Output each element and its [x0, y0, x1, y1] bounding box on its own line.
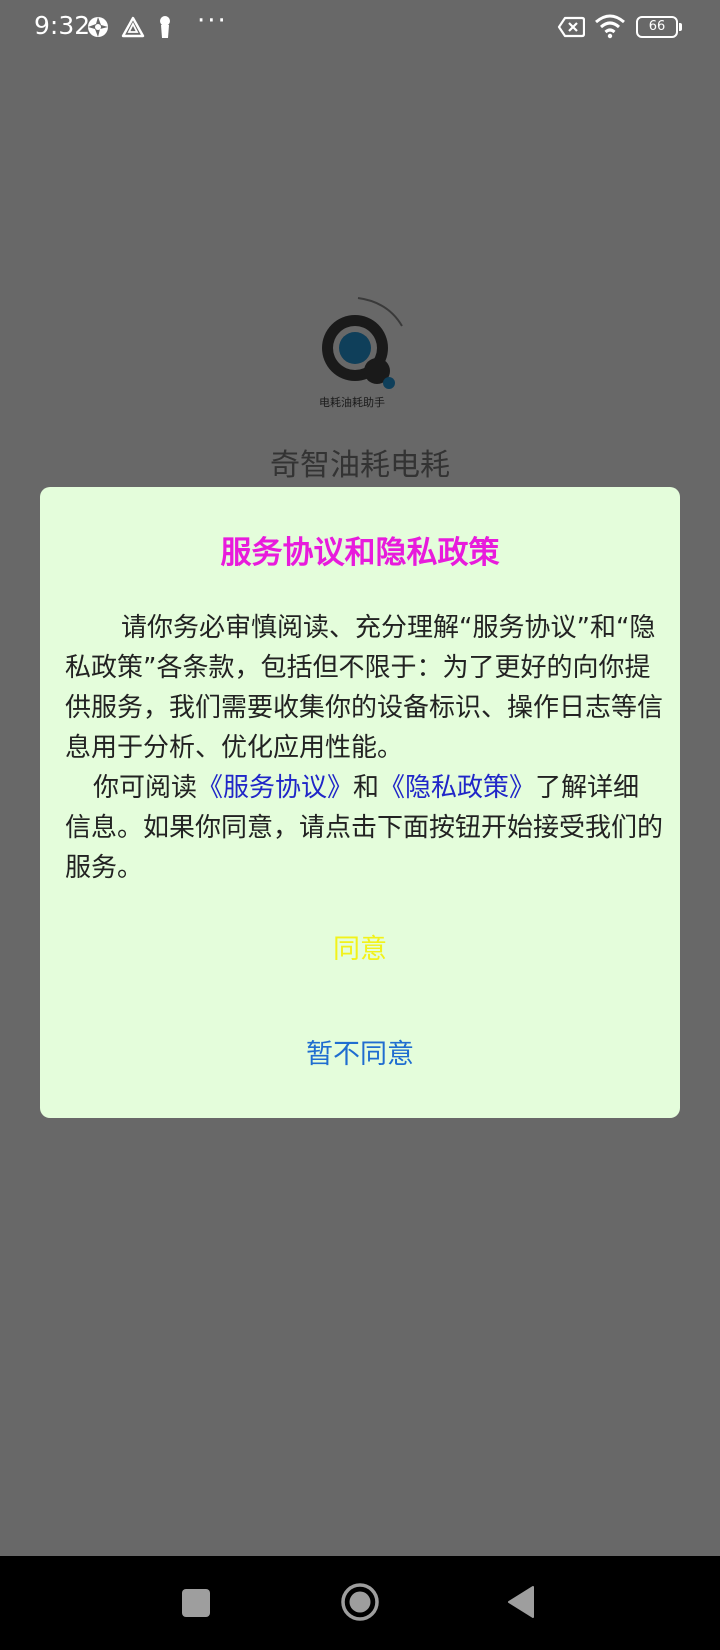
camera-shutter-icon [88, 17, 108, 37]
battery-icon: 66 [636, 16, 682, 38]
dialog-body: 请你务必审慎阅读、充分理解“服务协议”和“隐私政策”各条款，包括但不限于：为了更… [65, 608, 665, 888]
status-time: 9:32 [34, 11, 91, 40]
recents-square-icon[interactable] [182, 1589, 210, 1617]
status-bar: 9:32 ··· 66 [0, 0, 720, 54]
wifi-icon [595, 14, 625, 39]
privacy-policy-link[interactable]: 《隐私政策》 [379, 773, 535, 803]
app-name: 奇智油耗电耗 [270, 448, 450, 483]
dialog-title: 服务协议和隐私政策 [220, 535, 500, 571]
dialog-paragraph-1: 请你务必审慎阅读、充分理解“服务协议”和“隐私政策”各条款，包括但不限于：为了更… [65, 613, 664, 763]
app-logo: 电耗油耗助手 [319, 297, 403, 409]
privacy-dialog: 服务协议和隐私政策 请你务必审慎阅读、充分理解“服务协议”和“隐私政策”各条款，… [40, 487, 680, 1118]
navigation-bar [0, 1556, 720, 1650]
warning-triangle-icon [121, 16, 145, 38]
logo-caption: 电耗油耗助手 [319, 395, 385, 409]
more-dots-icon: ··· [197, 6, 228, 36]
paragraph-2-prefix: 你可阅读 [93, 773, 198, 803]
agree-button[interactable]: 同意 [40, 927, 680, 966]
paragraph-2-and: 和 [353, 773, 380, 803]
disagree-button[interactable]: 暂不同意 [40, 1032, 680, 1071]
figure-icon [160, 16, 170, 38]
sim-error-icon [557, 16, 585, 38]
dialog-paragraph-2: 你可阅读《服务协议》和《隐私政策》了解详细信息。如果你同意，请点击下面按钮开始接… [65, 768, 665, 888]
service-agreement-link[interactable]: 《服务协议》 [197, 773, 353, 803]
back-triangle-icon[interactable] [506, 1585, 536, 1619]
home-circle-icon[interactable] [340, 1582, 380, 1622]
